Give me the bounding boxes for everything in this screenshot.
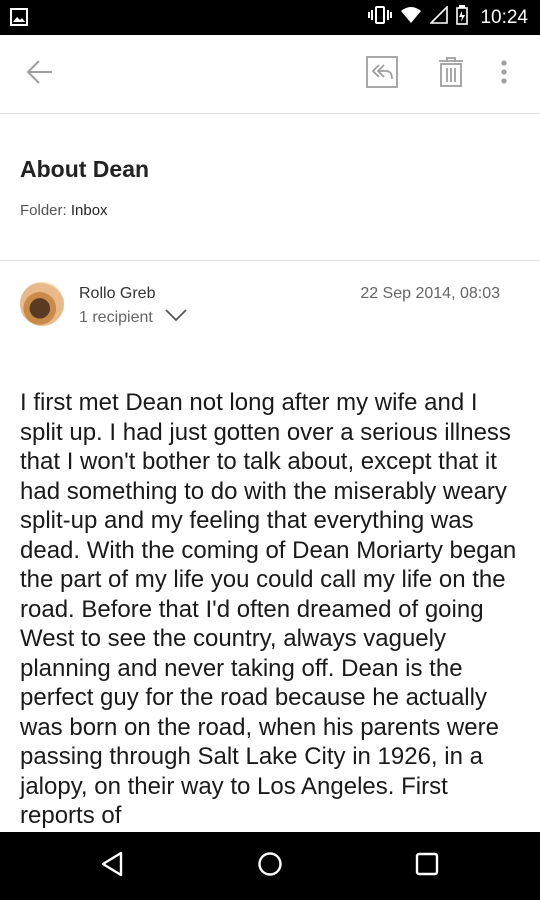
wifi-icon (400, 6, 422, 29)
recipients-count: 1 recipient (79, 308, 153, 326)
vibrate-icon (368, 5, 393, 30)
folder-label: Folder: (20, 202, 67, 219)
chevron-down-icon (165, 308, 187, 327)
navigation-bar (0, 832, 540, 900)
message-toolbar (0, 35, 540, 114)
more-options-button[interactable] (488, 35, 520, 113)
message-date: 22 Sep 2014, 08:03 (360, 285, 500, 302)
nav-home-icon (257, 851, 283, 882)
reply-all-icon (366, 55, 398, 93)
message-header: About Dean Folder: Inbox (0, 114, 540, 261)
photo-icon (10, 8, 28, 31)
nav-home-button[interactable] (230, 832, 310, 900)
reply-all-button[interactable] (358, 35, 406, 113)
nav-back-button[interactable] (72, 832, 152, 900)
folder-line: Folder: Inbox (20, 202, 108, 219)
message-subject: About Dean (20, 156, 150, 182)
battery-icon (456, 5, 469, 30)
sender-name[interactable]: Rollo Greb (79, 285, 155, 303)
back-button[interactable] (16, 35, 64, 113)
nav-recents-icon (415, 852, 439, 881)
delete-button[interactable] (427, 35, 475, 113)
signal-icon (429, 5, 449, 29)
avatar[interactable] (20, 282, 64, 326)
nav-back-icon (100, 851, 124, 882)
nav-recents-button[interactable] (387, 832, 467, 900)
more-vert-icon (500, 59, 508, 90)
trash-icon (437, 56, 465, 93)
sender-block: Rollo Greb 1 recipient 22 Sep 2014, 08:0… (0, 262, 540, 352)
status-clock: 10:24 (480, 6, 528, 28)
folder-value: Inbox (70, 202, 108, 219)
recipients-toggle[interactable]: 1 recipient (79, 308, 187, 327)
message-body: I first met Dean not long after my wife … (20, 389, 517, 829)
back-arrow-icon (26, 58, 54, 91)
status-bar: 10:24 (0, 0, 540, 35)
